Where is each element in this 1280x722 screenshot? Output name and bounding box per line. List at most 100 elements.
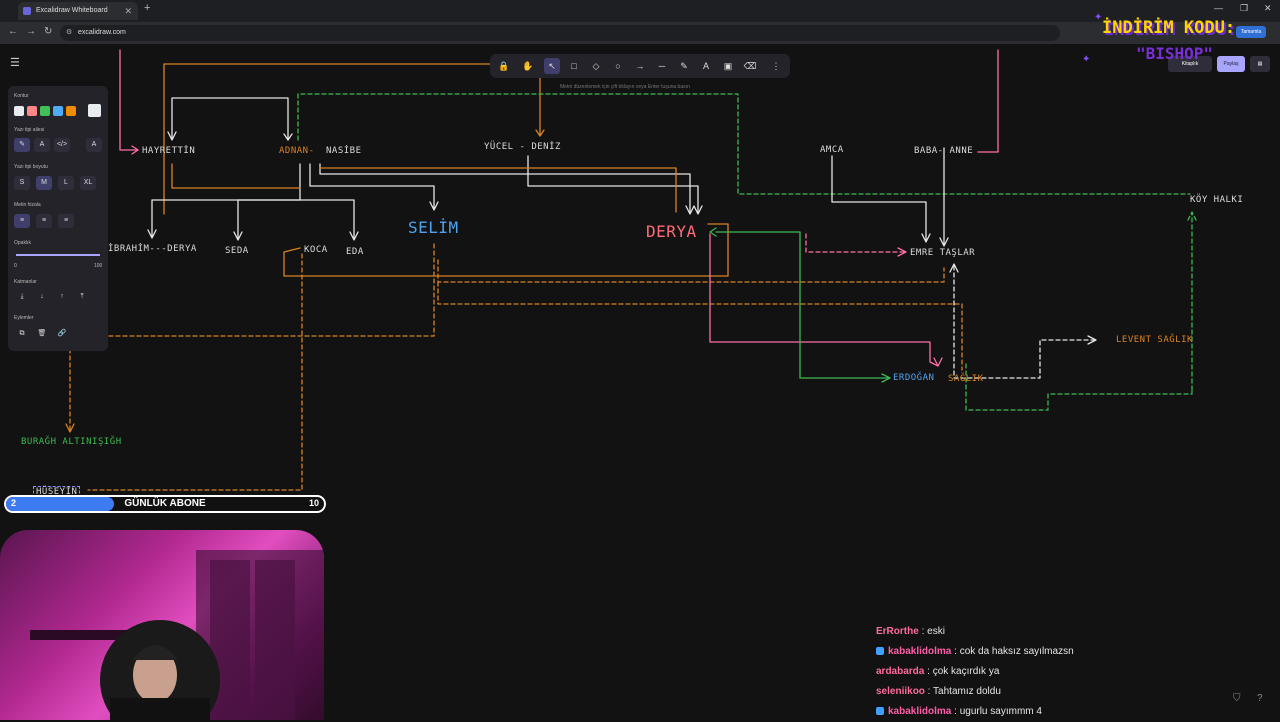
chat-message: kabaklidolma : ugurlu sayımmm 4 <box>876 702 1276 722</box>
text-tool-icon[interactable]: A <box>698 58 714 74</box>
font-size-s[interactable]: S <box>14 176 30 190</box>
arrow-tool-icon[interactable]: → <box>632 58 648 74</box>
label-koy-halki[interactable]: KÖY HALKI <box>1190 195 1243 205</box>
pink-baba-anne-top <box>977 49 999 153</box>
label-baba-anne[interactable]: BABA- ANNE <box>914 146 973 156</box>
label-emre-taslar[interactable]: EMRE TAŞLAR <box>910 248 975 258</box>
minimize-button[interactable]: — <box>1214 3 1223 13</box>
toolbar-hint: Metni düzenlemek için çift tıklayın veya… <box>560 84 690 90</box>
font-code-icon[interactable]: </> <box>54 138 70 152</box>
label-adnan[interactable]: ADNAN- <box>279 146 315 156</box>
bracket-arrowheads <box>167 131 293 141</box>
orange-dashed-to-huseyin <box>87 253 303 491</box>
help-icon[interactable]: ? <box>1257 693 1263 704</box>
bring-to-front-icon[interactable]: ⤒ <box>74 290 90 304</box>
label-eda[interactable]: EDA <box>346 247 364 257</box>
webcam-scene <box>30 550 324 720</box>
label-hayrettin[interactable]: HAYRETTİN <box>142 146 195 156</box>
actions-label: Eylemler <box>14 315 34 321</box>
sparkle-icon: ✦ <box>1082 54 1091 65</box>
label-saglik[interactable]: SAĞLIK <box>948 374 984 384</box>
green-dashed-bottom <box>965 363 1193 411</box>
selection-tool-icon[interactable]: ↖ <box>544 58 560 74</box>
swatch-green[interactable] <box>40 106 50 116</box>
orange-line-top <box>163 63 541 215</box>
promo-code-value: "BISHOP" <box>1136 44 1214 63</box>
share-button[interactable]: Paylaş <box>1217 56 1245 72</box>
label-seda[interactable]: SEDA <box>225 246 249 256</box>
back-arrow-icon[interactable]: ← <box>8 26 18 37</box>
new-tab-button[interactable]: + <box>144 2 150 14</box>
hand-tool-icon[interactable]: ✋ <box>520 58 536 74</box>
daily-subscriber-progress: 2 GÜNLÜK ABONE 10 <box>4 495 326 513</box>
white-dashed-to-levent <box>953 265 1095 379</box>
stroke-label: Kontur <box>14 93 29 99</box>
align-center-icon[interactable]: ≡ <box>36 214 52 228</box>
current-stroke-color[interactable] <box>88 104 101 117</box>
orange-line-left <box>171 163 301 189</box>
bring-forward-icon[interactable]: ↑ <box>54 290 70 304</box>
label-amca[interactable]: AMCA <box>820 145 844 155</box>
align-left-icon[interactable]: ≡ <box>14 214 30 228</box>
hamburger-menu-icon[interactable]: ☰ <box>10 56 20 69</box>
font-hand-drawn-icon[interactable]: ✎ <box>14 138 30 152</box>
chat-message: seleniikoo : Tahtamız doldu <box>876 682 1276 702</box>
lock-icon[interactable]: 🔒 <box>496 58 512 74</box>
diamond-tool-icon[interactable]: ◇ <box>588 58 604 74</box>
font-normal-icon[interactable]: A <box>34 138 50 152</box>
line-tool-icon[interactable]: ─ <box>654 58 670 74</box>
font-size-m[interactable]: M <box>36 176 52 190</box>
chat-message: ardabarda : çok kaçırdık ya <box>876 662 1276 682</box>
rectangle-tool-icon[interactable]: □ <box>566 58 582 74</box>
image-tool-icon[interactable]: ▣ <box>720 58 736 74</box>
delete-icon[interactable]: 🗑 <box>34 327 50 341</box>
swatch-white[interactable] <box>14 106 24 116</box>
pencil-tool-icon[interactable]: ✎ <box>676 58 692 74</box>
layers-label: Katmanlar <box>14 279 37 285</box>
forward-arrow-icon[interactable]: → <box>26 26 36 37</box>
label-yucel-deniz[interactable]: YÜCEL - DENİZ <box>484 142 561 152</box>
label-koca[interactable]: KOCA <box>304 245 328 255</box>
label-erdogan[interactable]: ERDOĞAN <box>893 373 934 383</box>
label-nasibe[interactable]: NASİBE <box>326 146 362 156</box>
close-window-button[interactable]: ✕ <box>1264 3 1272 14</box>
reload-icon[interactable]: ↻ <box>44 26 52 37</box>
browser-tab[interactable]: Excalidraw Whiteboard ✕ <box>18 2 138 20</box>
site-info-icon[interactable]: ⚙ <box>66 25 72 41</box>
url-field[interactable]: ⚙ excalidraw.com <box>60 25 1060 41</box>
ellipse-tool-icon[interactable]: ○ <box>610 58 626 74</box>
chat-text: : çok kaçırdık ya <box>924 666 1000 677</box>
send-backward-icon[interactable]: ↓ <box>34 290 50 304</box>
child-arrowheads <box>147 229 359 241</box>
shield-icon[interactable]: ⛉ <box>1233 693 1241 704</box>
align-right-icon[interactable]: ≡ <box>58 214 74 228</box>
label-levent-saglik[interactable]: LEVENT SAĞLIK <box>1116 335 1193 345</box>
more-tools-icon[interactable]: ⋮ <box>768 58 784 74</box>
tab-title: Excalidraw Whiteboard <box>36 7 108 14</box>
swatch-orange[interactable] <box>66 106 76 116</box>
opacity-max: 100 <box>94 263 103 269</box>
swatch-red[interactable] <box>27 106 37 116</box>
eraser-tool-icon[interactable]: ⌫ <box>742 58 758 74</box>
arrow-to-derya-white <box>319 163 691 213</box>
font-more-icon[interactable]: A <box>86 138 102 152</box>
label-buragh[interactable]: BURAĞH ALTINIŞIĞH <box>21 437 122 447</box>
label-selim[interactable]: SELİM <box>408 218 459 237</box>
webcam-overlay <box>0 530 324 720</box>
link-icon[interactable]: 🔗 <box>54 327 70 341</box>
maximize-button[interactable]: ❐ <box>1240 3 1248 14</box>
tab-close-icon[interactable]: ✕ <box>124 2 132 20</box>
opacity-slider[interactable] <box>16 254 100 256</box>
label-ibrahim-derya[interactable]: İBRAHİM---DERYA <box>108 244 197 254</box>
font-size-l[interactable]: L <box>58 176 74 190</box>
duplicate-icon[interactable]: ⧉ <box>14 327 30 341</box>
font-size-xl[interactable]: XL <box>80 176 96 190</box>
send-to-back-icon[interactable]: ⤓ <box>14 290 30 304</box>
green-derya-to-erdogan <box>715 231 889 379</box>
swatch-blue[interactable] <box>53 106 63 116</box>
arrow-to-selim <box>309 163 435 209</box>
library-icon[interactable]: ▤ <box>1250 56 1270 72</box>
browser-extension-button[interactable]: Tamamla <box>1236 26 1266 38</box>
label-derya[interactable]: DERYA <box>646 222 697 241</box>
properties-panel: Kontur Yazı tipi ailesi ✎ A </> A Yazı t… <box>8 86 108 351</box>
